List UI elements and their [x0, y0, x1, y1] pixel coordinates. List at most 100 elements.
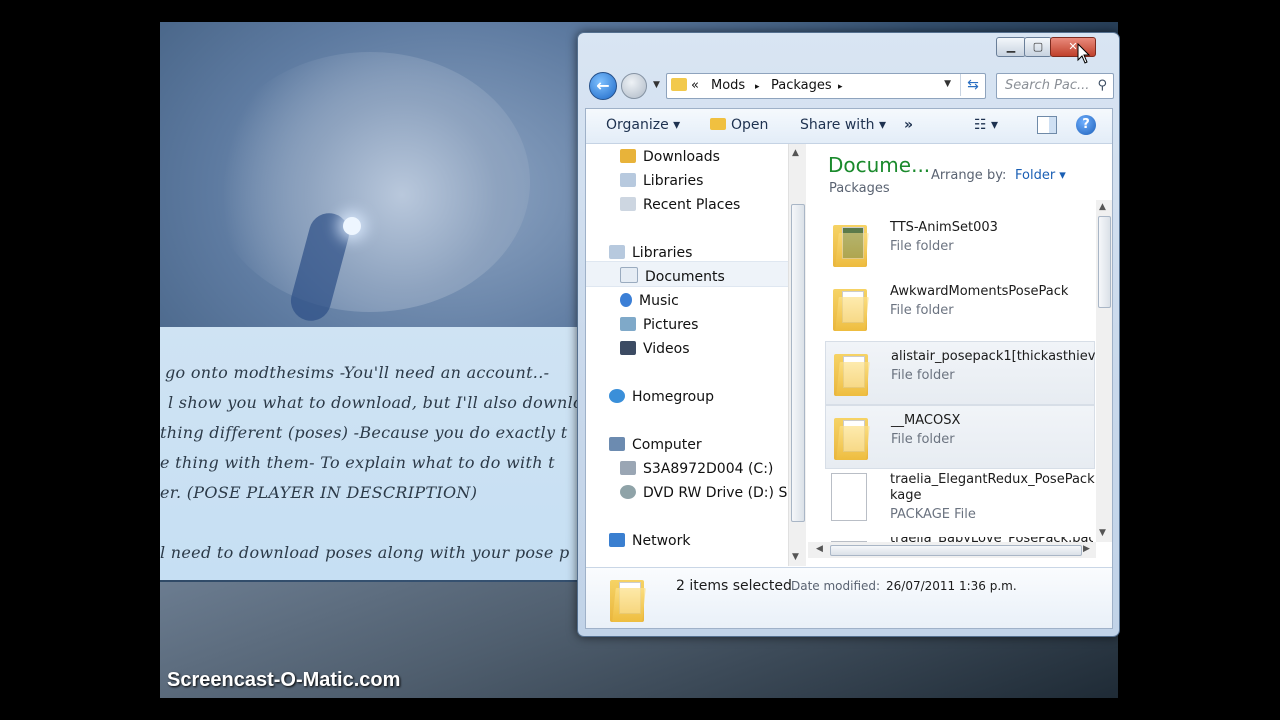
maximize-icon: ▢ — [1032, 40, 1044, 53]
scroll-up-icon[interactable]: ▲ — [792, 148, 799, 158]
scroll-down-icon[interactable]: ▼ — [792, 552, 799, 562]
nav-item-homegroup[interactable]: Homegroup — [609, 386, 714, 408]
scroll-left-icon[interactable]: ◀ — [816, 544, 823, 554]
breadcrumb-separator[interactable]: ▸ — [755, 82, 760, 92]
scroll-right-icon[interactable]: ▶ — [1083, 544, 1090, 554]
scroll-up-icon[interactable]: ▲ — [1099, 202, 1106, 212]
watermark: Screencast-O-Matic.com — [167, 669, 401, 691]
nav-label: Documents — [645, 269, 725, 285]
navigation-pane: Downloads Libraries Recent Places Librar… — [586, 144, 788, 566]
minimize-button[interactable]: ▁ — [996, 37, 1026, 57]
recent-pages-dropdown[interactable]: ▼ — [653, 80, 660, 90]
file-row[interactable]: TTS-AnimSet003 File folder — [825, 213, 1093, 275]
breadcrumb-mods[interactable]: Mods — [711, 78, 745, 93]
drive-c-icon — [620, 461, 636, 475]
nav-item-recent-places[interactable]: Recent Places — [620, 194, 740, 216]
open-label: Open — [731, 117, 769, 133]
background-light-glint — [343, 217, 361, 235]
instruction-note: go onto modthesims -You'll need an accou… — [160, 327, 590, 580]
nav-item-videos[interactable]: Videos — [620, 338, 690, 360]
search-input[interactable]: Search Pac... ⚲ — [996, 73, 1114, 99]
file-row-selected[interactable]: alistair_posepack1[thickasthieves] File … — [825, 341, 1112, 405]
package-file-icon — [831, 473, 867, 521]
file-name: AwkwardMomentsPosePack — [890, 284, 1069, 299]
explorer-body: Organize ▾ Open Share with ▾ » ☷ ▾ ? Dow… — [585, 108, 1113, 629]
nav-item-music[interactable]: Music — [620, 290, 679, 312]
nav-label: Recent Places — [643, 197, 741, 213]
file-name: alistair_posepack1[thickasthieves] — [891, 349, 1112, 364]
forward-button[interactable] — [621, 73, 647, 99]
nav-item-documents[interactable]: Documents — [620, 266, 725, 288]
nav-scroll-thumb[interactable] — [791, 204, 805, 522]
nav-item-libraries[interactable]: Libraries — [609, 242, 692, 264]
pictures-icon — [620, 317, 636, 331]
file-list-pane: Docume... Packages Arrange by: Folder ▾ … — [808, 144, 1112, 566]
nav-scrollbar[interactable]: ▲ ▼ — [788, 144, 806, 566]
date-modified-label: Date modified: — [791, 579, 881, 593]
share-with-button[interactable]: Share with ▾ — [800, 117, 886, 133]
breadcrumb-separator[interactable]: ▸ — [838, 82, 843, 92]
preview-pane-button[interactable] — [1037, 116, 1057, 134]
folder-icon — [834, 350, 870, 396]
selected-folders-icon — [610, 576, 646, 622]
file-list-scroll-thumb[interactable] — [1098, 216, 1111, 308]
file-type: PACKAGE File — [890, 507, 976, 522]
organize-button[interactable]: Organize ▾ — [606, 117, 680, 133]
more-commands-button[interactable]: » — [904, 117, 913, 133]
nav-label: Computer — [632, 437, 702, 453]
address-dropdown-icon[interactable]: ▼ — [944, 79, 951, 89]
refresh-button[interactable]: ⇆ — [960, 74, 985, 96]
libraries-icon — [620, 173, 636, 187]
arrange-by-label: Arrange by: — [931, 168, 1007, 183]
recent-places-icon — [620, 197, 636, 211]
command-bar: Organize ▾ Open Share with ▾ » ☷ ▾ ? — [586, 109, 1112, 144]
back-arrow-icon: ← — [596, 76, 610, 95]
file-row[interactable]: AwkwardMomentsPosePack File folder — [825, 277, 1093, 339]
nav-item-network[interactable]: Network — [609, 530, 690, 552]
nav-item-pictures[interactable]: Pictures — [620, 314, 698, 336]
folder-icon — [833, 285, 869, 331]
details-pane: 2 items selected Date modified: 26/07/20… — [586, 567, 1112, 628]
mouse-cursor-icon — [1077, 43, 1091, 64]
date-modified-value: 26/07/2011 1:36 p.m. — [886, 579, 1017, 593]
file-list-hscroll-thumb[interactable] — [830, 545, 1082, 556]
breadcrumb-overflow[interactable]: « — [691, 78, 699, 93]
file-name: traelia_ElegantRedux_PosePack.pa — [890, 472, 1112, 487]
note-line: l show you what to download, but I'll al… — [168, 393, 583, 412]
music-icon — [620, 293, 632, 307]
nav-item-libraries-fav[interactable]: Libraries — [620, 170, 703, 192]
nav-label: Libraries — [643, 173, 704, 189]
scroll-down-icon[interactable]: ▼ — [1099, 528, 1106, 538]
network-icon — [609, 533, 625, 547]
nav-item-downloads[interactable]: Downloads — [620, 146, 720, 168]
file-list-hscrollbar[interactable]: ◀ ▶ — [808, 542, 1096, 558]
file-row[interactable]: traelia_ElegantRedux_PosePack.pa kage PA… — [825, 469, 1112, 537]
computer-icon — [609, 437, 625, 451]
back-button[interactable]: ← — [589, 72, 617, 100]
open-folder-icon — [710, 118, 726, 130]
nav-item-dvd-drive[interactable]: DVD RW Drive (D:) Sims3 — [620, 482, 788, 504]
videos-icon — [620, 341, 636, 355]
address-bar[interactable]: « Mods ▸ Packages ▸ ▼ — [666, 73, 986, 99]
file-list-vscrollbar[interactable]: ▲ ▼ — [1096, 200, 1112, 542]
file-type: File folder — [890, 239, 954, 254]
views-icon: ☷ ▾ — [974, 117, 999, 133]
nav-label: Homegroup — [632, 389, 715, 405]
nav-item-drive-c[interactable]: S3A8972D004 (C:) — [620, 458, 773, 480]
change-view-button[interactable]: ☷ ▾ — [974, 117, 998, 133]
folder-icon — [671, 78, 687, 91]
maximize-button[interactable]: ▢ — [1024, 37, 1052, 57]
nav-item-computer[interactable]: Computer — [609, 434, 702, 456]
arrange-by-dropdown[interactable]: Folder ▾ — [1015, 168, 1066, 183]
help-button[interactable]: ? — [1076, 115, 1096, 135]
file-name: __MACOSX — [891, 413, 961, 428]
file-name: TTS-AnimSet003 — [890, 220, 998, 235]
file-row-selected[interactable]: __MACOSX File folder — [825, 405, 1095, 469]
documents-icon — [620, 267, 638, 283]
breadcrumb-packages[interactable]: Packages — [771, 78, 832, 93]
minimize-icon: ▁ — [1006, 40, 1016, 53]
open-button[interactable]: Open — [710, 117, 768, 133]
nav-label: Downloads — [643, 149, 720, 165]
nav-label: Network — [632, 533, 691, 549]
file-type: File folder — [891, 368, 955, 383]
